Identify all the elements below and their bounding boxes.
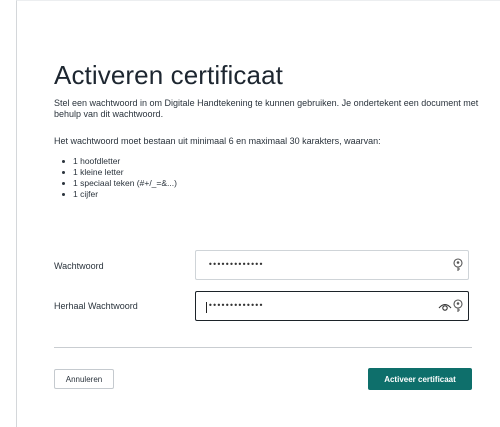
- password-requirements-list: 1 hoofdletter 1 kleine letter 1 speciaal…: [60, 156, 177, 200]
- password-field[interactable]: •••••••••••••: [195, 250, 469, 280]
- repeat-password-field[interactable]: •••••••••••••: [195, 291, 469, 321]
- requirement-special-char: 1 speciaal teken (#+/_=&...): [60, 178, 177, 189]
- divider: [54, 347, 472, 348]
- text-caret: [206, 302, 207, 313]
- requirement-lowercase: 1 kleine letter: [60, 167, 177, 178]
- requirement-digit: 1 cijfer: [60, 189, 177, 200]
- page-title: Activeren certificaat: [54, 60, 283, 90]
- cancel-button[interactable]: Annuleren: [54, 369, 114, 389]
- activate-certificate-button[interactable]: Activeer certificaat: [368, 368, 472, 390]
- repeat-password-value: •••••••••••••: [208, 301, 263, 310]
- password-label: Wachtwoord: [54, 261, 104, 271]
- key-icon[interactable]: [452, 258, 464, 277]
- intro-text: Stel een wachtwoord in om Digitale Handt…: [54, 98, 479, 119]
- key-icon[interactable]: [452, 299, 464, 318]
- password-value: •••••••••••••: [208, 260, 263, 269]
- password-rules-intro: Het wachtwoord moet bestaan uit minimaal…: [54, 136, 381, 146]
- repeat-password-label: Herhaal Wachtwoord: [54, 301, 138, 311]
- requirement-uppercase: 1 hoofdletter: [60, 156, 177, 167]
- eye-icon[interactable]: [438, 300, 452, 318]
